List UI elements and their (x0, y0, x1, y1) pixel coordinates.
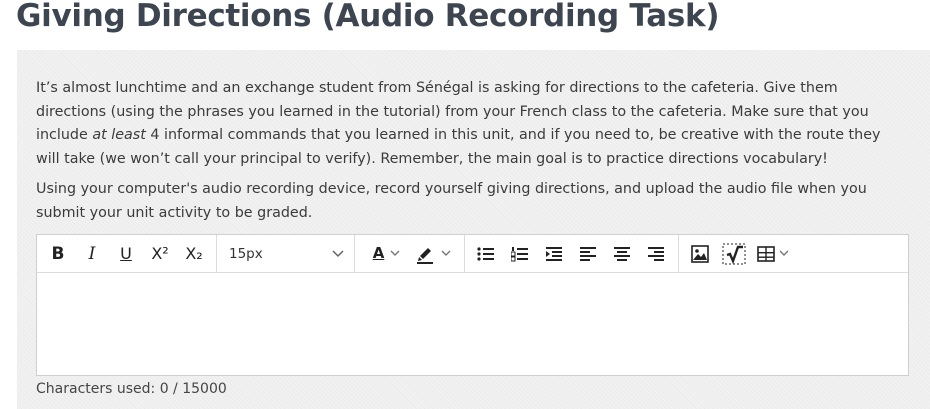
subscript-icon: X₂ (185, 244, 203, 263)
chevron-down-icon (779, 250, 789, 256)
character-counter: Characters used: 0 / 15000 (36, 381, 227, 397)
instructions-paragraph-2: Using your computer's audio recording de… (36, 181, 867, 221)
numbered-list-icon (511, 246, 528, 261)
image-icon (691, 244, 709, 263)
highlighter-icon (416, 247, 433, 264)
color-group: A (355, 235, 465, 272)
instructions-paragraph-1: It’s almost lunchtime and an exchange st… (36, 77, 896, 171)
rich-text-editor: B I U X² X₂ 15px A (36, 234, 909, 376)
insert-table-button[interactable] (751, 239, 795, 269)
insert-image-button[interactable] (683, 239, 717, 269)
font-size-value: 15px (229, 245, 263, 262)
subscript-button[interactable]: X₂ (177, 239, 211, 269)
italic-icon: I (88, 243, 96, 264)
editor-text-area[interactable] (37, 273, 908, 375)
chevron-down-icon (390, 250, 400, 256)
activity-panel: It’s almost lunchtime and an exchange st… (17, 50, 930, 409)
table-icon (757, 245, 775, 262)
insert-group (679, 235, 795, 272)
chevron-down-icon (441, 250, 450, 256)
font-color-button[interactable]: A (364, 239, 410, 269)
insert-math-button[interactable] (717, 239, 751, 269)
instructions-text: 4 informal commands that you learned in … (36, 127, 881, 167)
bold-icon: B (51, 243, 65, 264)
align-right-icon (648, 246, 664, 261)
underline-icon: U (120, 244, 132, 263)
math-equation-icon (722, 243, 746, 264)
chevron-down-icon (332, 245, 344, 263)
align-left-icon (580, 246, 596, 261)
indent-button[interactable] (537, 239, 571, 269)
indent-icon (546, 246, 562, 261)
superscript-button[interactable]: X² (143, 239, 177, 269)
instructions-emphasis: at least (92, 127, 146, 143)
editor-toolbar: B I U X² X₂ 15px A (37, 234, 908, 273)
paragraph-group (465, 235, 679, 272)
highlight-color-button[interactable] (410, 239, 456, 269)
bold-button[interactable]: B (41, 239, 75, 269)
align-center-button[interactable] (605, 239, 639, 269)
italic-button[interactable]: I (75, 239, 109, 269)
align-center-icon (614, 246, 630, 261)
font-color-icon: A (372, 244, 385, 262)
page-title: Giving Directions (Audio Recording Task) (16, 0, 720, 34)
bulleted-list-button[interactable] (469, 239, 503, 269)
font-size-select[interactable]: 15px (217, 234, 355, 273)
underline-button[interactable]: U (109, 239, 143, 269)
format-group: B I U X² X₂ (37, 235, 217, 272)
superscript-icon: X² (151, 244, 169, 263)
bulleted-list-icon (477, 246, 494, 261)
numbered-list-button[interactable] (503, 239, 537, 269)
align-left-button[interactable] (571, 239, 605, 269)
align-right-button[interactable] (639, 239, 673, 269)
